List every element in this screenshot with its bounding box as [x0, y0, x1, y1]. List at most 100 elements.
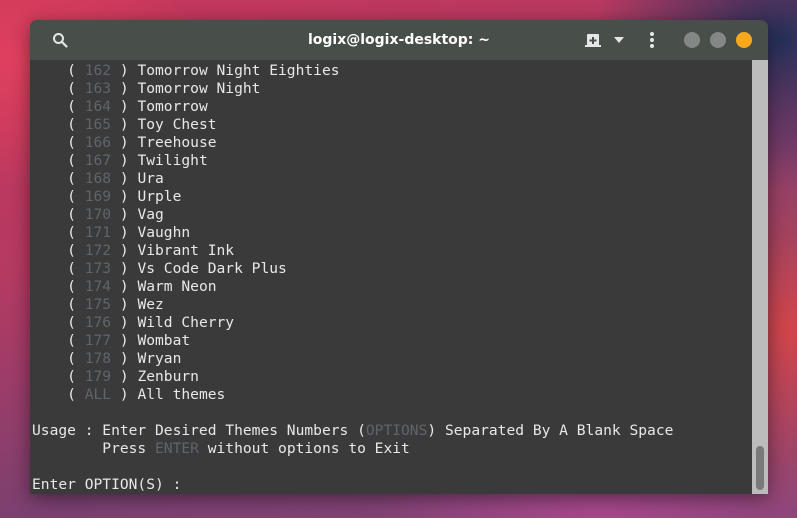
- theme-list-item: ( 167 ) Twilight: [32, 152, 208, 170]
- theme-list-item: ( 165 ) Toy Chest: [32, 116, 217, 134]
- open-paren: (: [32, 116, 85, 133]
- close-paren: ): [111, 332, 138, 349]
- open-paren: (: [32, 278, 85, 295]
- theme-list-item: ( 164 ) Tomorrow: [32, 98, 208, 116]
- theme-list-item: ( 174 ) Warm Neon: [32, 278, 217, 296]
- theme-list-item: ( 176 ) Wild Cherry: [32, 314, 234, 332]
- close-paren: ): [111, 80, 138, 97]
- open-paren: (: [32, 242, 85, 259]
- theme-name: Wryan: [137, 350, 182, 367]
- theme-name: Treehouse: [137, 134, 217, 151]
- theme-list-item: ( 173 ) Vs Code Dark Plus: [32, 260, 287, 278]
- open-paren: (: [32, 188, 85, 205]
- theme-name: Vag: [137, 206, 164, 223]
- open-paren: (: [32, 350, 85, 367]
- open-paren: (: [32, 152, 85, 169]
- theme-name: Warm Neon: [137, 278, 217, 295]
- close-paren: ): [111, 368, 138, 385]
- close-paren: ): [111, 386, 138, 403]
- theme-number: 172: [84, 242, 112, 259]
- theme-name: All themes: [137, 386, 226, 403]
- theme-number: 168: [84, 170, 112, 187]
- theme-name: Tomorrow Night: [137, 80, 261, 97]
- dropdown-arrow-icon[interactable]: [614, 36, 624, 44]
- theme-number: ALL: [84, 386, 112, 403]
- theme-name: Vs Code Dark Plus: [137, 260, 287, 277]
- open-paren: (: [32, 80, 85, 97]
- theme-number: 163: [84, 80, 112, 97]
- theme-list-item: ( 179 ) Zenburn: [32, 368, 199, 386]
- theme-list-item: ( ALL ) All themes: [32, 386, 225, 404]
- theme-list-item: ( 175 ) Wez: [32, 296, 164, 314]
- theme-list-item: ( 177 ) Wombat: [32, 332, 190, 350]
- open-paren: (: [32, 296, 85, 313]
- terminal-window: logix@logix-desktop: ~ ( 162 ) Tomorrow …: [30, 20, 768, 494]
- prompt-label: Enter OPTION(S) :: [32, 476, 191, 493]
- theme-name: Toy Chest: [137, 116, 217, 133]
- close-paren: ): [111, 260, 138, 277]
- open-paren: (: [32, 224, 85, 241]
- theme-number: 177: [84, 332, 112, 349]
- usage-text: Press: [32, 440, 156, 457]
- theme-name: Wombat: [137, 332, 191, 349]
- scrollbar[interactable]: [752, 60, 768, 494]
- open-paren: (: [32, 170, 85, 187]
- open-paren: (: [32, 206, 85, 223]
- minimize-button[interactable]: [684, 32, 700, 48]
- prompt-line[interactable]: Enter OPTION(S) :: [32, 476, 190, 494]
- close-paren: ): [111, 224, 138, 241]
- theme-number: 179: [84, 368, 112, 385]
- theme-list-item: ( 171 ) Vaughn: [32, 224, 190, 242]
- theme-list-item: ( 170 ) Vag: [32, 206, 164, 224]
- close-paren: ): [111, 206, 138, 223]
- theme-list-item: ( 166 ) Treehouse: [32, 134, 217, 152]
- theme-name: Vaughn: [137, 224, 191, 241]
- theme-list-item: ( 169 ) Urple: [32, 188, 181, 206]
- theme-name: Tomorrow Night Eighties: [137, 62, 340, 79]
- new-tab-icon[interactable]: [585, 32, 601, 48]
- close-paren: ): [111, 296, 138, 313]
- close-button[interactable]: [736, 32, 752, 48]
- theme-name: Twilight: [137, 152, 208, 169]
- theme-number: 166: [84, 134, 112, 151]
- close-paren: ): [111, 188, 138, 205]
- theme-list-item: ( 172 ) Vibrant Ink: [32, 242, 234, 260]
- theme-list-item: ( 178 ) Wryan: [32, 350, 181, 368]
- close-paren: ): [111, 152, 138, 169]
- theme-name: Tomorrow: [137, 98, 208, 115]
- close-paren: ): [111, 170, 138, 187]
- close-paren: ): [111, 350, 138, 367]
- theme-number: 167: [84, 152, 112, 169]
- theme-name: Urple: [137, 188, 182, 205]
- window-title: logix@logix-desktop: ~: [307, 32, 491, 48]
- close-paren: ): [111, 62, 138, 79]
- theme-name: Wez: [137, 296, 164, 313]
- theme-number: 165: [84, 116, 112, 133]
- close-paren: ): [111, 134, 138, 151]
- open-paren: (: [32, 386, 85, 403]
- open-paren: (: [32, 62, 85, 79]
- close-paren: ): [111, 314, 138, 331]
- open-paren: (: [32, 368, 85, 385]
- close-paren: ): [111, 116, 138, 133]
- usage-text: without options to Exit: [198, 440, 410, 457]
- close-paren: ): [111, 98, 138, 115]
- title-bar[interactable]: logix@logix-desktop: ~: [30, 20, 768, 60]
- theme-number: 174: [84, 278, 112, 295]
- scrollbar-thumb[interactable]: [756, 446, 764, 490]
- usage-hint-line: Press ENTER without options to Exit: [32, 440, 410, 458]
- menu-kebab-icon[interactable]: [649, 31, 655, 49]
- open-paren: (: [32, 98, 85, 115]
- terminal-output[interactable]: ( 162 ) Tomorrow Night Eighties ( 163 ) …: [30, 60, 752, 494]
- theme-name: Wild Cherry: [137, 314, 235, 331]
- theme-number: 162: [84, 62, 112, 79]
- usage-text: ) Separated By A Blank Space: [427, 422, 674, 439]
- close-paren: ): [111, 278, 138, 295]
- theme-number: 175: [84, 296, 112, 313]
- theme-number: 176: [84, 314, 112, 331]
- usage-text: Usage : Enter Desired Themes Numbers (: [32, 422, 366, 439]
- theme-number: 171: [84, 224, 112, 241]
- maximize-button[interactable]: [710, 32, 726, 48]
- close-paren: ): [111, 242, 138, 259]
- theme-number: 173: [84, 260, 112, 277]
